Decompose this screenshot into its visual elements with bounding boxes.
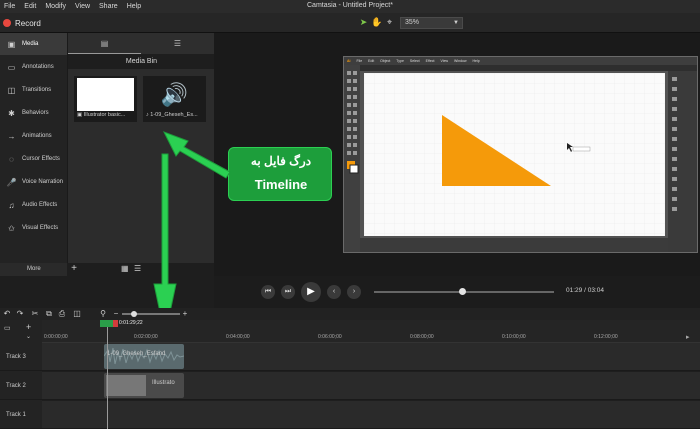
ruler-label: 0:02:00;00 (134, 334, 158, 340)
ruler-label: 0:08:00;00 (410, 334, 434, 340)
next-clip-button[interactable]: › (347, 285, 361, 299)
zoom-in-icon[interactable]: + (180, 309, 190, 319)
ruler-label: 0:04:00;00 (226, 334, 250, 340)
step-forward-button[interactable]: ⏭ (281, 285, 295, 299)
time-display: 01:29 / 03:04 (566, 287, 604, 294)
timeline-ruler[interactable]: 0:01:29;22 0:00:00;00 0:02:00;00 0:04:00… (42, 320, 700, 343)
play-button[interactable]: ▶ (301, 282, 321, 302)
track-1-lane[interactable] (42, 401, 700, 429)
step-back-button[interactable]: ⏮ (261, 285, 275, 299)
track-label: Track 1 (0, 401, 42, 429)
zoom-out-icon[interactable]: − (111, 309, 121, 319)
scrubber-handle[interactable] (459, 288, 467, 295)
previous-clip-button[interactable]: ‹ (327, 285, 341, 299)
undo-icon[interactable]: ↶ (2, 309, 12, 319)
ruler-label: 0:12:00;00 (594, 334, 618, 340)
arrow-to-media-icon (162, 131, 231, 179)
cut-icon[interactable]: ✂ (30, 309, 40, 319)
track-label: Track 2 (0, 372, 42, 400)
track-label: Track 3 (0, 343, 42, 371)
playhead-in-marker[interactable] (100, 320, 113, 327)
track-2-lane[interactable]: Illustrato (42, 372, 700, 400)
audio-clip[interactable]: 1-09_Gheseh_Esfand (104, 344, 184, 369)
ruler-end-icon: ▸ (686, 334, 690, 341)
clip-label: Illustrato (152, 380, 175, 386)
camtasia-window: File Edit Modify View Share Help Camtasi… (0, 0, 700, 429)
collapse-icon[interactable]: ⌄ (26, 333, 31, 340)
timeline-toolbar: ↶ ↷ ✂ ⧉ ⎙ ◫ ⚲ − + (0, 308, 700, 320)
playback-controls: ⏮ ⏭ ▶ ‹ › 01:29 / 03:04 (214, 276, 700, 308)
split-icon[interactable]: ◫ (72, 309, 82, 319)
ruler-label: 0:00:00;00 (44, 334, 68, 340)
scrubber-track[interactable] (374, 288, 554, 295)
paste-icon[interactable]: ⎙ (57, 309, 67, 319)
clip-label: 1-09_Gheseh_Esfand (107, 351, 166, 357)
playhead-line[interactable] (107, 327, 108, 429)
track-headers: ▭ + ⌄ Track 3 Track 2 Track 1 (0, 320, 42, 429)
magnifier-icon[interactable]: ⚲ (98, 309, 108, 319)
timeline-zoom-slider[interactable] (122, 311, 180, 317)
copy-icon[interactable]: ⧉ (44, 309, 54, 319)
ruler-label: 0:06:00;00 (318, 334, 342, 340)
image-clip[interactable]: Illustrato (104, 373, 184, 398)
clip-thumbnail (106, 375, 146, 396)
zoom-slider-handle[interactable] (131, 311, 137, 317)
track-3-lane[interactable]: 1-09_Gheseh_Esfand (42, 343, 700, 371)
add-track-icon[interactable]: + (26, 322, 31, 332)
ruler-label: 0:10:00;00 (502, 334, 526, 340)
playhead-out-marker[interactable] (113, 320, 118, 327)
lock-icon[interactable]: ▭ (4, 324, 11, 332)
redo-icon[interactable]: ↷ (15, 309, 25, 319)
playhead-time: 0:01:29;22 (119, 320, 143, 326)
